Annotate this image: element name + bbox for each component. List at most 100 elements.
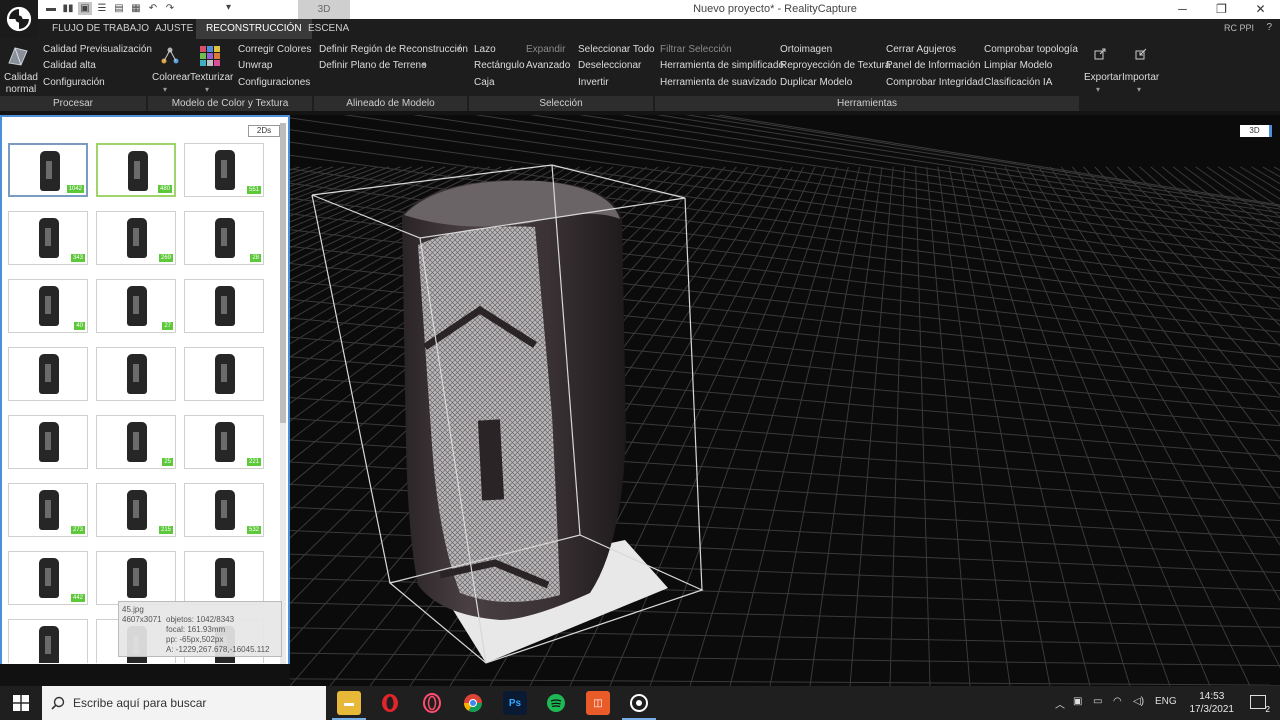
unwrap-button[interactable]: Unwrap (238, 60, 272, 71)
lasso-button[interactable]: Lazo (474, 44, 496, 55)
texturize-icon[interactable] (199, 45, 221, 70)
check-topology-button[interactable]: Comprobar topología (984, 44, 1078, 55)
reconstruction-region-dropdown-icon[interactable]: ▾ (457, 44, 461, 53)
image-thumbnail[interactable]: 221 (184, 415, 264, 469)
define-reconstruction-region-button[interactable]: Definir Región de Reconstrucción (319, 44, 468, 55)
image-thumbnail[interactable] (8, 347, 88, 401)
photoshop-icon[interactable]: Ps (503, 691, 527, 715)
thumbnail-badge: 532 (246, 526, 261, 534)
deselect-button[interactable]: Deseleccionar (578, 60, 641, 71)
image-thumbnail[interactable]: 273 (8, 483, 88, 537)
panel-2d-tag[interactable]: 2Ds (248, 125, 280, 137)
opera-gx-icon[interactable] (420, 691, 444, 715)
import-dropdown-icon[interactable]: ▾ (1137, 85, 1141, 94)
tray-chevron-icon[interactable]: ︿ (1055, 696, 1065, 711)
box-button[interactable]: Caja (474, 77, 495, 88)
filter-selection-button[interactable]: Filtrar Selección (660, 44, 732, 55)
texture-reprojection-button[interactable]: Reproyección de Textura (780, 60, 890, 71)
tab-ajuste[interactable]: AJUSTE (145, 19, 203, 39)
office-app-icon[interactable]: ◫ (586, 691, 610, 715)
panel-scrollbar[interactable] (280, 123, 286, 683)
colorize-icon[interactable] (160, 46, 180, 69)
colorize-button[interactable]: Colorear (152, 72, 190, 83)
image-thumbnail[interactable] (184, 347, 264, 401)
select-all-button[interactable]: Seleccionar Todo (578, 44, 655, 55)
tab-flujo-de-trabajo[interactable]: FLUJO DE TRABAJO (42, 19, 159, 39)
notification-center-icon[interactable]: 2 (1250, 695, 1270, 714)
texture-settings-button[interactable]: Configuraciones (238, 77, 310, 88)
realitycapture-logo-icon[interactable] (0, 0, 38, 38)
image-thumbnail[interactable]: 442 (8, 551, 88, 605)
taskbar-clock[interactable]: 14:53 17/3/2021 (1190, 690, 1235, 716)
image-thumbnail[interactable]: 28 (184, 211, 264, 265)
image-thumbnail[interactable] (96, 551, 176, 605)
image-thumbnail[interactable]: 40 (8, 279, 88, 333)
tab-escena[interactable]: ESCENA (298, 19, 359, 39)
image-thumbnail[interactable] (96, 347, 176, 401)
texturize-button[interactable]: Texturizar (190, 72, 233, 83)
image-thumbnail[interactable]: 532 (184, 483, 264, 537)
image-thumbnail[interactable]: 480 (96, 143, 176, 197)
file-explorer-icon[interactable]: ▬ (337, 691, 361, 715)
process-settings-button[interactable]: Configuración (43, 77, 105, 88)
clean-model-button[interactable]: Limpiar Modelo (984, 60, 1052, 71)
viewport-3d[interactable]: 3D (290, 115, 1280, 686)
smoothing-tool-button[interactable]: Herramienta de suavizado (660, 77, 777, 88)
image-thumbnail[interactable] (184, 279, 264, 333)
help-icon[interactable]: ? (1266, 22, 1272, 33)
rc-ppi-label[interactable]: RC PPI (1224, 23, 1254, 33)
color-correction-button[interactable]: Corregir Colores (238, 44, 311, 55)
image-thumbnail[interactable]: 27 (96, 279, 176, 333)
tray-app-icon[interactable]: ▣ (1073, 696, 1082, 707)
advanced-button[interactable]: Avanzado (526, 60, 570, 71)
import-icon[interactable] (1135, 48, 1147, 63)
windows-start-icon[interactable] (0, 686, 42, 720)
simplify-tool-button[interactable]: Herramienta de simplificado (660, 60, 784, 71)
image-thumbnail[interactable]: 343 (8, 211, 88, 265)
quality-normal-button[interactable]: Calidad normal (4, 72, 38, 96)
image-thumbnail[interactable]: 25 (96, 415, 176, 469)
ground-plane-dropdown-icon[interactable]: ▾ (422, 60, 426, 69)
minimize-icon[interactable]: ─ (1163, 0, 1202, 19)
info-panel-button[interactable]: Panel de Información (886, 60, 981, 71)
ai-classification-button[interactable]: Clasificación IA (984, 77, 1052, 88)
export-dropdown-icon[interactable]: ▾ (1096, 85, 1100, 94)
quality-normal-icon[interactable] (7, 45, 29, 70)
image-thumbnail[interactable]: 269 (96, 211, 176, 265)
image-thumbnail[interactable] (8, 415, 88, 469)
high-quality-button[interactable]: Calidad alta (43, 60, 96, 71)
taskbar-search-box[interactable]: Escribe aquí para buscar (42, 686, 326, 720)
image-thumbnail[interactable]: 215 (96, 483, 176, 537)
image-thumbnail[interactable] (184, 551, 264, 605)
restore-icon[interactable]: ❐ (1202, 0, 1241, 19)
check-integrity-button[interactable]: Comprobar Integridad (886, 77, 983, 88)
scrollbar-thumb[interactable] (280, 123, 286, 423)
rectangle-button[interactable]: Rectángulo (474, 60, 525, 71)
define-ground-plane-button[interactable]: Definir Plano de Terreno (319, 60, 427, 71)
realitycapture-taskbar-icon[interactable] (627, 691, 651, 715)
expand-button[interactable]: Expandir (526, 44, 565, 55)
import-button[interactable]: Importar (1122, 72, 1159, 83)
volume-icon[interactable]: ◁) (1133, 696, 1144, 707)
invert-button[interactable]: Invertir (578, 77, 609, 88)
language-indicator[interactable]: ENG (1155, 696, 1177, 707)
battery-icon[interactable]: ▭ (1093, 696, 1102, 707)
image-thumbnail[interactable]: 1042 (8, 143, 88, 197)
close-holes-button[interactable]: Cerrar Agujeros (886, 44, 956, 55)
texturize-dropdown-icon[interactable]: ▾ (205, 85, 209, 94)
close-icon[interactable]: ✕ (1241, 0, 1280, 19)
export-button[interactable]: Exportar (1084, 72, 1122, 83)
viewport-3d-tag[interactable]: 3D (1240, 125, 1272, 137)
export-icon[interactable] (1094, 48, 1106, 63)
image-thumbnail[interactable]: 551 (184, 143, 264, 197)
colorize-dropdown-icon[interactable]: ▾ (163, 85, 167, 94)
preview-quality-button[interactable]: Calidad Previsualización (43, 44, 152, 55)
wifi-icon[interactable]: ◠ (1113, 696, 1122, 707)
tab-reconstruccion[interactable]: RECONSTRUCCIÓN (196, 19, 312, 39)
duplicate-model-button[interactable]: Duplicar Modelo (780, 77, 852, 88)
ortho-image-button[interactable]: Ortoimagen (780, 44, 832, 55)
chrome-icon[interactable] (461, 691, 485, 715)
spotify-icon[interactable] (544, 691, 568, 715)
image-thumbnail[interactable] (8, 619, 88, 663)
opera-icon[interactable] (378, 691, 402, 715)
